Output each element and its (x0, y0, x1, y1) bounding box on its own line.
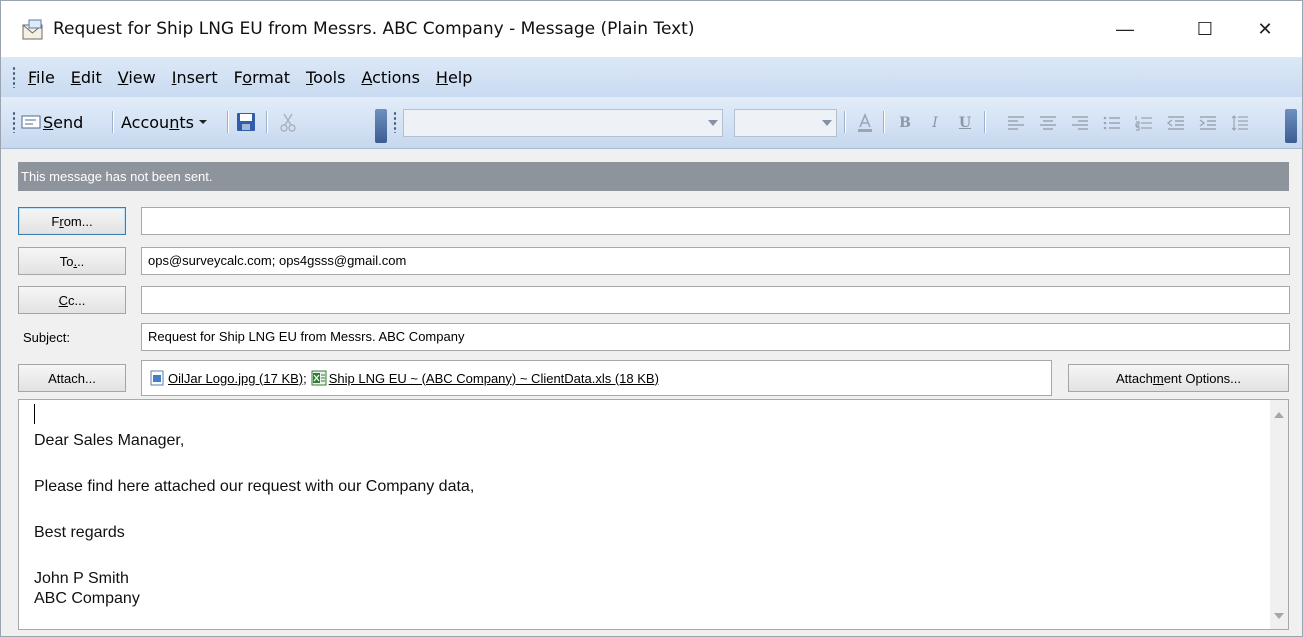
send-icon (21, 115, 41, 129)
menu-insert[interactable]: Insert (164, 68, 226, 87)
toolbar-grip-handle[interactable] (12, 111, 16, 133)
italic-icon: I (932, 115, 938, 131)
chevron-down-icon (708, 120, 718, 126)
align-center-icon (1040, 116, 1056, 130)
text-cursor (34, 404, 35, 424)
bold-button[interactable]: B (893, 111, 917, 135)
minimize-button[interactable]: — (1085, 1, 1165, 57)
menu-bar: File Edit View Insert Format Tools Actio… (1, 57, 1302, 97)
body-line: John P Smith (34, 570, 129, 587)
to-button[interactable]: To... (18, 247, 126, 275)
menu-actions[interactable]: Actions (353, 68, 427, 87)
toolbar-separator (984, 111, 985, 133)
accounts-button[interactable]: Accou n ts (121, 109, 208, 135)
message-body[interactable]: Dear Sales Manager, Please find here att… (18, 399, 1289, 630)
underline-icon: U (958, 115, 972, 131)
standard-toolbar: Send Accou n ts B I U (1, 97, 1302, 149)
decrease-indent-icon (1167, 116, 1184, 130)
message-envelope-icon (22, 19, 43, 40)
save-button[interactable] (236, 109, 256, 135)
underline-button[interactable]: U (953, 111, 977, 135)
toolbar-separator (227, 111, 228, 133)
cut-icon (280, 113, 296, 132)
menu-tools[interactable]: Tools (298, 68, 353, 87)
save-icon (237, 113, 255, 131)
font-name-combo[interactable] (403, 109, 723, 137)
font-color-icon (858, 113, 872, 132)
line-spacing-button[interactable] (1228, 111, 1252, 135)
toolbar-separator (112, 111, 113, 133)
cc-field[interactable] (141, 286, 1290, 314)
menu-file[interactable]: File (16, 68, 63, 87)
increase-indent-button[interactable] (1196, 111, 1220, 135)
body-line: Best regards (34, 524, 125, 541)
image-file-icon (150, 370, 164, 386)
font-color-button[interactable] (853, 111, 877, 135)
attach-button[interactable]: Attach... (18, 364, 126, 392)
line-spacing-icon (1231, 115, 1248, 131)
excel-file-icon (311, 370, 327, 386)
body-line: Dear Sales Manager, (34, 432, 185, 449)
menu-edit[interactable]: Edit (63, 68, 110, 87)
not-sent-infobar: This message has not been sent. (18, 162, 1289, 191)
scroll-up-icon[interactable] (1274, 412, 1284, 418)
cut-button[interactable] (279, 109, 297, 135)
body-line: ABC Company (34, 590, 140, 607)
format-toolbar-grip-handle[interactable] (393, 111, 397, 133)
attachment-link[interactable]: OilJar Logo.jpg (17 KB) (168, 371, 303, 386)
format-toolbar-overflow-button[interactable] (1285, 109, 1297, 143)
vertical-scrollbar[interactable] (1270, 400, 1288, 629)
attachments-field: OilJar Logo.jpg (17 KB) ; Ship LNG EU ~ … (141, 360, 1052, 396)
send-button[interactable]: Send (21, 109, 83, 135)
subject-label: Subject: (23, 330, 70, 345)
to-field[interactable]: ops@surveycalc.com; ops4gsss@gmail.com (141, 247, 1290, 275)
from-button[interactable]: Fr om... (18, 207, 126, 235)
close-button[interactable]: ✕ (1225, 1, 1303, 57)
bullets-button[interactable] (1100, 111, 1124, 135)
accounts-dropdown-icon (198, 120, 207, 124)
from-field[interactable] (141, 207, 1290, 235)
numbering-button[interactable] (1132, 111, 1156, 135)
toolbar-separator (844, 111, 845, 133)
align-left-button[interactable] (1004, 111, 1028, 135)
italic-button[interactable]: I (923, 111, 947, 135)
title-bar: Request for Ship LNG EU from Messrs. ABC… (1, 1, 1302, 57)
numbering-icon (1135, 116, 1152, 131)
body-line: Please find here attached our request wi… (34, 478, 475, 495)
attachment-options-button[interactable]: Attach m ent Options... (1068, 364, 1289, 392)
cc-button[interactable]: Cc... (18, 286, 126, 314)
menu-format[interactable]: Format (226, 68, 298, 87)
font-size-combo[interactable] (734, 109, 837, 137)
attachment-link[interactable]: Ship LNG EU ~ (ABC Company) ~ ClientData… (329, 371, 659, 386)
align-center-button[interactable] (1036, 111, 1060, 135)
toolbar-separator (883, 111, 884, 133)
bold-icon: B (899, 115, 911, 131)
decrease-indent-button[interactable] (1164, 111, 1188, 135)
toolbar-overflow-button[interactable] (375, 109, 387, 143)
bullets-icon (1103, 116, 1120, 130)
align-right-icon (1072, 116, 1088, 130)
scroll-down-icon[interactable] (1274, 613, 1284, 619)
toolbar-separator (266, 111, 267, 133)
menu-view[interactable]: View (110, 68, 164, 87)
increase-indent-icon (1199, 116, 1216, 130)
message-window: Request for Ship LNG EU from Messrs. ABC… (0, 0, 1303, 637)
align-right-button[interactable] (1068, 111, 1092, 135)
menu-help[interactable]: Help (428, 68, 480, 87)
align-left-icon (1008, 116, 1024, 130)
attachment-separator: ; (303, 370, 307, 386)
window-title: Request for Ship LNG EU from Messrs. ABC… (53, 19, 695, 39)
chevron-down-icon (822, 120, 832, 126)
subject-field[interactable]: Request for Ship LNG EU from Messrs. ABC… (141, 323, 1290, 351)
